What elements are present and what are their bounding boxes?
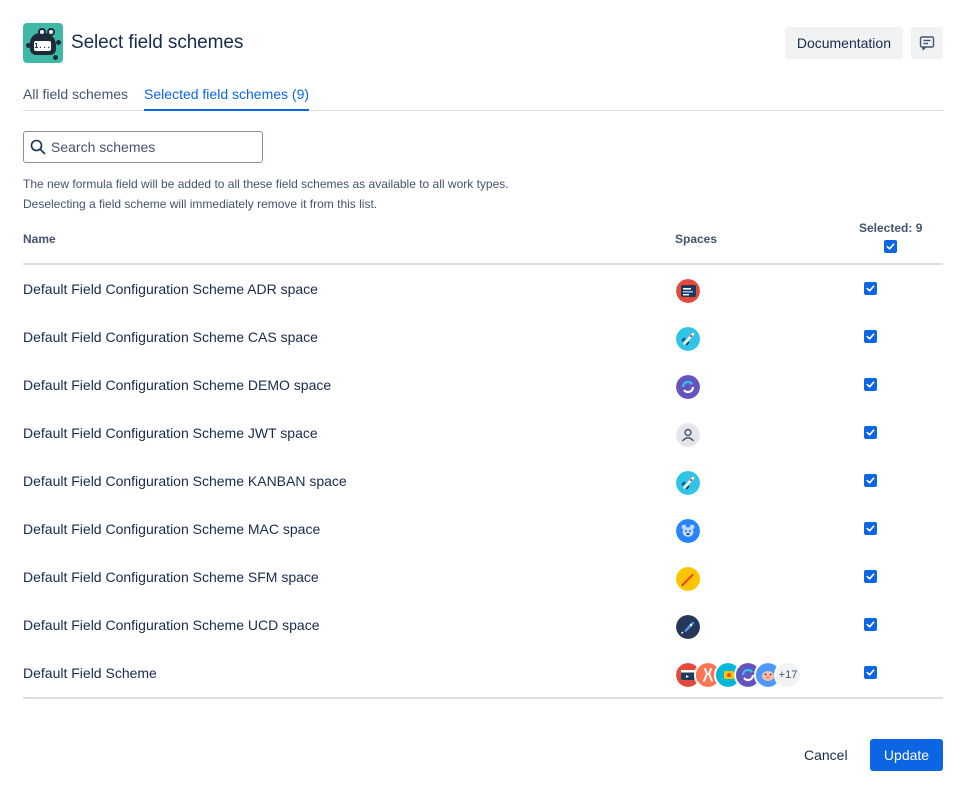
row-select-cell <box>864 618 877 631</box>
checkmark-icon <box>866 381 875 388</box>
space-avatars <box>674 325 702 353</box>
checkmark-icon <box>866 429 875 436</box>
table-row: Default Field Configuration Scheme ADR s… <box>23 265 943 313</box>
description-line-1: The new formula field will be added to a… <box>23 177 509 191</box>
scheme-name: Default Field Configuration Scheme MAC s… <box>23 521 321 537</box>
checkmark-icon <box>866 669 875 676</box>
column-header-selected: Selected: 9 <box>859 221 922 253</box>
scheme-name: Default Field Configuration Scheme JWT s… <box>23 425 318 441</box>
scheme-name: Default Field Configuration Scheme DEMO … <box>23 377 332 393</box>
search-input[interactable] <box>51 139 251 155</box>
feedback-button[interactable] <box>911 27 943 59</box>
tab-selected-field-schemes[interactable]: Selected field schemes (9) <box>144 80 310 111</box>
row-checkbox[interactable] <box>864 474 877 487</box>
checkmark-icon <box>866 573 875 580</box>
row-select-cell <box>864 330 877 343</box>
checkmark-icon <box>886 243 895 250</box>
space-avatars <box>674 613 702 641</box>
scheme-name: Default Field Configuration Scheme CAS s… <box>23 329 318 345</box>
row-checkbox[interactable] <box>864 330 877 343</box>
feedback-comment-icon <box>919 36 935 51</box>
space-avatar-bear-blue-icon[interactable] <box>674 517 702 545</box>
modal-header: 1... Select field schemes Documentation <box>23 23 943 63</box>
page-title: Select field schemes <box>71 32 244 53</box>
table-bottom-divider <box>23 697 943 699</box>
table-row: Default Field Configuration Scheme SFM s… <box>23 553 943 601</box>
checkmark-icon <box>866 333 875 340</box>
space-avatars: +17 <box>674 661 802 689</box>
row-select-cell <box>864 378 877 391</box>
checkmark-icon <box>866 525 875 532</box>
scheme-name: Default Field Scheme <box>23 665 157 681</box>
update-button[interactable]: Update <box>870 739 943 771</box>
table-row: Default Field Configuration Scheme JWT s… <box>23 409 943 457</box>
row-checkbox[interactable] <box>864 426 877 439</box>
space-avatar-rocket-cyan-icon[interactable] <box>674 469 702 497</box>
space-avatar-pen-yellow-icon[interactable] <box>674 565 702 593</box>
space-avatar-rocket-cyan-icon[interactable] <box>674 325 702 353</box>
logo-screen-text: 1... <box>34 41 51 51</box>
documentation-button[interactable]: Documentation <box>784 27 903 59</box>
space-avatar-rocket-dark-icon[interactable] <box>674 613 702 641</box>
space-avatars <box>674 565 702 593</box>
table-row: Default Field Configuration Scheme UCD s… <box>23 601 943 649</box>
space-avatars <box>674 373 702 401</box>
tab-all-field-schemes[interactable]: All field schemes <box>23 80 128 111</box>
table-row: Default Field Configuration Scheme MAC s… <box>23 505 943 553</box>
space-avatars <box>674 469 702 497</box>
row-select-cell <box>864 426 877 439</box>
select-field-schemes-modal: 1... Select field schemes Documentation … <box>0 0 966 795</box>
row-checkbox[interactable] <box>864 618 877 631</box>
table-header: Name Spaces Selected: 9 <box>23 220 943 265</box>
row-select-cell <box>864 474 877 487</box>
tab-list: All field schemes Selected field schemes… <box>23 80 943 111</box>
space-avatars <box>674 277 702 305</box>
cancel-button[interactable]: Cancel <box>796 739 856 771</box>
table-body: Default Field Configuration Scheme ADR s… <box>23 265 943 697</box>
row-checkbox[interactable] <box>864 570 877 583</box>
scheme-name: Default Field Configuration Scheme SFM s… <box>23 569 319 585</box>
row-select-cell <box>864 522 877 535</box>
more-spaces-badge[interactable]: +17 <box>774 661 802 689</box>
table-row: Default Field Configuration Scheme KANBA… <box>23 457 943 505</box>
row-checkbox[interactable] <box>864 378 877 391</box>
row-checkbox[interactable] <box>864 282 877 295</box>
table-row: Default Field Configuration Scheme CAS s… <box>23 313 943 361</box>
checkmark-icon <box>866 621 875 628</box>
search-icon <box>30 139 46 155</box>
row-checkbox[interactable] <box>864 522 877 535</box>
row-select-cell <box>864 282 877 295</box>
scheme-name: Default Field Configuration Scheme KANBA… <box>23 473 347 489</box>
checkmark-icon <box>866 285 875 292</box>
row-select-cell <box>864 666 877 679</box>
column-header-spaces: Spaces <box>675 232 718 246</box>
space-avatar-refresh-purple-icon[interactable] <box>674 373 702 401</box>
description-line-2: Deselecting a field scheme will immediat… <box>23 197 378 211</box>
space-avatars <box>674 421 702 449</box>
scheme-name: Default Field Configuration Scheme UCD s… <box>23 617 320 633</box>
row-select-cell <box>864 570 877 583</box>
space-avatars <box>674 517 702 545</box>
space-avatar-adr-icon[interactable] <box>674 277 702 305</box>
table-row: Default Field Configuration Scheme DEMO … <box>23 361 943 409</box>
robot-app-logo-icon: 1... <box>23 23 63 63</box>
search-box[interactable] <box>23 131 263 163</box>
row-checkbox[interactable] <box>864 666 877 679</box>
column-header-name: Name <box>23 232 56 246</box>
space-avatar-person-grey-icon[interactable] <box>674 421 702 449</box>
selected-count-label: Selected: 9 <box>859 221 923 235</box>
table-row: Default Field Scheme +17 <box>23 649 943 697</box>
checkmark-icon <box>866 477 875 484</box>
select-all-checkbox[interactable] <box>884 240 898 253</box>
scheme-name: Default Field Configuration Scheme ADR s… <box>23 281 318 297</box>
